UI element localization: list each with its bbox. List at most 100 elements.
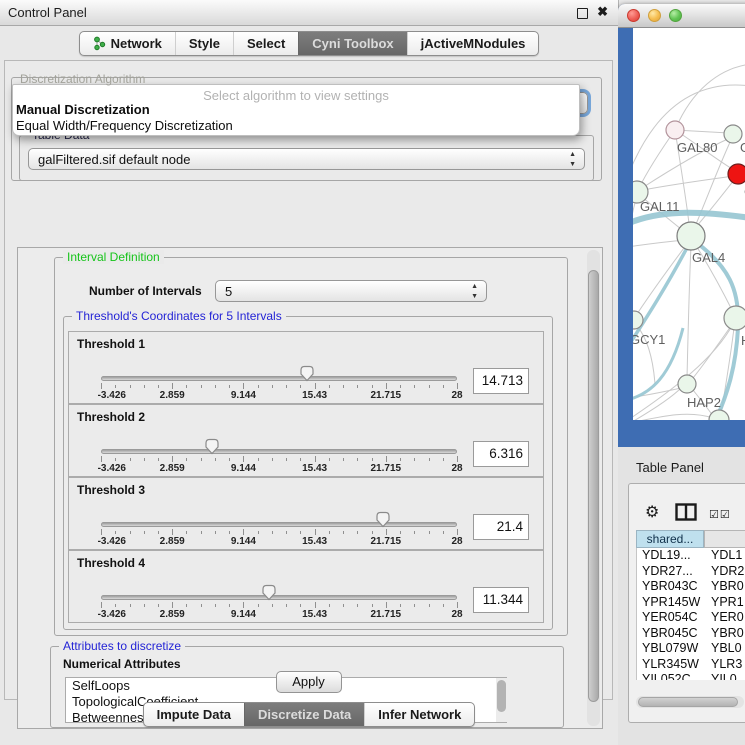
cell-name: YDR2: [705, 564, 745, 580]
discretization-algorithm-title: Discretization Algorithm: [20, 72, 145, 86]
network-node[interactable]: [728, 164, 745, 184]
network-node[interactable]: [677, 222, 705, 250]
tab-network[interactable]: Network: [80, 32, 175, 55]
table-data-group: Table Data galFiltered.sif default node …: [19, 135, 594, 181]
network-node[interactable]: [666, 121, 684, 139]
threshold-value-field[interactable]: 14.713: [473, 368, 529, 394]
show-columns-checkboxes-icon[interactable]: ☑☑: [709, 508, 731, 521]
split-columns-icon[interactable]: [675, 503, 697, 521]
cell-name: YLR3: [705, 657, 745, 673]
table-row[interactable]: YBL079WYBL0: [637, 641, 745, 657]
close-traffic-light-icon[interactable]: [627, 9, 640, 22]
cell-shared-name: YBL079W: [637, 641, 705, 657]
slider-track[interactable]: [101, 522, 457, 527]
algorithm-option-manual[interactable]: Manual Discretization: [16, 102, 150, 117]
cell-shared-name: YBR045C: [637, 626, 705, 642]
tab-cyni-toolbox[interactable]: Cyni Toolbox: [298, 32, 406, 55]
cell-shared-name: YDL19...: [637, 548, 705, 564]
scale-label: 21.715: [371, 609, 402, 620]
network-node[interactable]: [678, 375, 696, 393]
cell-shared-name: YIL052C: [637, 672, 705, 680]
tab-label: Select: [247, 36, 285, 51]
network-node[interactable]: [709, 410, 729, 420]
scale-label: 15.43: [302, 463, 327, 474]
table-data-select[interactable]: galFiltered.sif default node ▲▼: [28, 148, 585, 170]
scale-label: -3.426: [98, 609, 126, 620]
table-horizontal-scrollbar[interactable]: [636, 696, 744, 708]
column-header-name[interactable]: na: [704, 530, 745, 548]
threshold-value-field[interactable]: 6.316: [473, 441, 529, 467]
node-label: HAP2: [687, 395, 721, 410]
algorithm-prompt: Select algorithm to view settings: [13, 88, 579, 103]
num-intervals-value: 5: [225, 284, 232, 299]
slider-thumb[interactable]: [261, 584, 277, 601]
float-window-icon[interactable]: [577, 8, 588, 19]
slider-track[interactable]: [101, 376, 457, 381]
threshold-label: Threshold 4: [77, 556, 145, 570]
slider-thumb[interactable]: [204, 438, 220, 455]
cell-name: YPR1: [705, 595, 745, 611]
table-row[interactable]: YDL19...YDL1: [637, 548, 745, 564]
scale-label: 9.144: [231, 390, 256, 401]
stepper-arrows-icon: ▲▼: [471, 282, 478, 302]
scale-label: 2.859: [160, 609, 185, 620]
node-label: GCY1: [633, 332, 665, 347]
table-row[interactable]: YPR145WYPR1: [637, 595, 745, 611]
scale-label: 2.859: [160, 536, 185, 547]
screenshot-root: { "titlebar": { "title": "Control Panel"…: [0, 0, 745, 745]
right-pane: GAL80GACGAL11GAL4GCY1HHAP2 Table Panel ⚙…: [618, 0, 745, 745]
table-row[interactable]: YBR043CYBR0: [637, 579, 745, 595]
close-icon[interactable]: ✖: [597, 4, 608, 20]
table-hscrollbar-thumb[interactable]: [638, 697, 738, 707]
gear-icon[interactable]: ⚙: [645, 502, 659, 521]
table-header-row: shared... na: [636, 530, 745, 548]
bottom-tab-discretize-data[interactable]: Discretize Data: [244, 703, 364, 726]
network-node[interactable]: [724, 306, 745, 330]
cell-name: YBR0: [705, 579, 745, 595]
scale-label: 2.859: [160, 463, 185, 474]
table-row[interactable]: YIL052CYIL0: [637, 672, 745, 680]
settings-scrollbar[interactable]: [587, 250, 600, 726]
scale-label: 21.715: [371, 463, 402, 474]
scale-label: 21.715: [371, 390, 402, 401]
cell-name: YBL0: [705, 641, 745, 657]
node-label: GAL4: [692, 250, 725, 265]
scale-label: 2.859: [160, 390, 185, 401]
threshold-label: Threshold 1: [77, 337, 145, 351]
num-intervals-select[interactable]: 5 ▲▼: [215, 280, 487, 302]
column-header-shared[interactable]: shared...: [636, 530, 704, 548]
threshold-value-field[interactable]: 21.4: [473, 514, 529, 540]
settings-scrollbar-thumb[interactable]: [588, 270, 599, 702]
slider-thumb[interactable]: [299, 365, 315, 382]
bottom-tab-impute-data[interactable]: Impute Data: [144, 703, 244, 726]
minimize-traffic-light-icon[interactable]: [648, 9, 661, 22]
table-data-value: galFiltered.sif default node: [38, 152, 190, 167]
slider-track[interactable]: [101, 449, 457, 454]
threshold-value-field[interactable]: 11.344: [473, 587, 529, 613]
slider-track[interactable]: [101, 595, 457, 600]
tab-label: jActiveMNodules: [421, 36, 526, 51]
algorithm-option-equal-width[interactable]: Equal Width/Frequency Discretization: [16, 118, 233, 133]
zoom-traffic-light-icon[interactable]: [669, 9, 682, 22]
network-canvas[interactable]: GAL80GACGAL11GAL4GCY1HHAP2: [633, 28, 745, 420]
threshold-label: Threshold 3: [77, 483, 145, 497]
apply-button[interactable]: Apply: [276, 671, 342, 693]
threshold-panel-3: Threshold 3-3.4262.8599.14415.4321.71528…: [68, 477, 544, 550]
scale-label: 9.144: [231, 463, 256, 474]
tab-jactivemnodules[interactable]: jActiveMNodules: [407, 32, 539, 55]
numerical-attributes-heading: Numerical Attributes: [63, 657, 181, 671]
table-row[interactable]: YER054CYER0: [637, 610, 745, 626]
bottom-tab-infer-network[interactable]: Infer Network: [364, 703, 474, 726]
table-row[interactable]: YBR045CYBR0: [637, 626, 745, 642]
tab-select[interactable]: Select: [233, 32, 298, 55]
thresholds-group: Threshold's Coordinates for 5 Intervals …: [63, 316, 553, 630]
node-label: GAL80: [677, 140, 717, 155]
scale-label: 15.43: [302, 609, 327, 620]
bottom-tab-label: Discretize Data: [258, 707, 351, 722]
tab-style[interactable]: Style: [175, 32, 233, 55]
slider-thumb[interactable]: [375, 511, 391, 528]
table-row[interactable]: YDR27...YDR2: [637, 564, 745, 580]
table-row[interactable]: YLR345WYLR3: [637, 657, 745, 673]
scale-label: -3.426: [98, 536, 126, 547]
node-label: GAL11: [640, 199, 680, 214]
